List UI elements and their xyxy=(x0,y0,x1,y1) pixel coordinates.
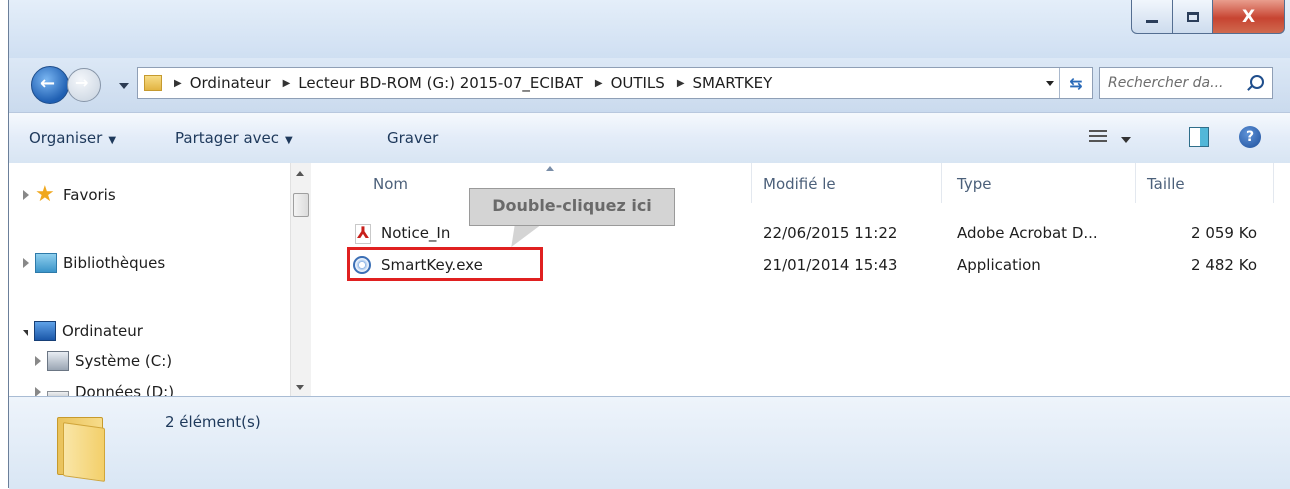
chevron-down-icon: ▼ xyxy=(285,135,293,146)
breadcrumb-item-smartkey[interactable]: SMARTKEY xyxy=(693,74,773,92)
minimize-button[interactable] xyxy=(1131,0,1173,34)
callout-tooltip: Double-cliquez ici xyxy=(469,188,675,226)
column-header-modified[interactable]: Modifié le xyxy=(763,175,836,193)
organize-label: Organiser xyxy=(29,129,103,147)
nav-item-favorites[interactable]: ★ Favoris xyxy=(23,182,116,207)
recent-pages-chevron-icon[interactable] xyxy=(119,83,129,89)
burn-button[interactable]: Graver xyxy=(387,129,438,147)
file-list: Nom Modifié le Type Taille Notice_In 22/… xyxy=(311,163,1290,396)
title-bar: X xyxy=(9,0,1290,58)
computer-icon xyxy=(34,321,56,341)
file-type: Application xyxy=(957,256,1041,274)
library-icon xyxy=(35,253,57,273)
close-button[interactable]: X xyxy=(1213,0,1285,34)
nav-favorites-label: Favoris xyxy=(63,186,116,204)
back-button[interactable]: ← xyxy=(31,66,69,104)
breadcrumb-item-outils[interactable]: OUTILS xyxy=(611,74,665,92)
column-divider[interactable] xyxy=(1135,163,1136,203)
share-with-label: Partager avec xyxy=(175,129,280,147)
breadcrumb: ▶ Ordinateur ▶ Lecteur BD-ROM (G:) 2015-… xyxy=(162,74,772,92)
expand-arrow-icon[interactable] xyxy=(35,356,41,366)
search-icon[interactable] xyxy=(1250,75,1264,89)
file-size: 2 059 Ko xyxy=(1191,224,1257,242)
search-input[interactable] xyxy=(1106,74,1246,92)
column-divider[interactable] xyxy=(941,163,942,203)
address-dropdown-icon[interactable] xyxy=(1046,81,1054,86)
nav-item-computer[interactable]: Ordinateur xyxy=(23,321,143,341)
maximize-icon xyxy=(1186,11,1199,22)
breadcrumb-item-computer[interactable]: Ordinateur xyxy=(190,74,271,92)
nav-item-drive-d[interactable]: Données (D:) xyxy=(35,383,174,396)
scroll-up-icon[interactable] xyxy=(296,171,304,176)
nav-libraries-label: Bibliothèques xyxy=(63,254,166,272)
refresh-button[interactable]: ⇆ xyxy=(1059,68,1092,98)
item-count: 2 élément(s) xyxy=(165,413,261,431)
file-name: Notice_In xyxy=(381,224,451,242)
column-divider[interactable] xyxy=(751,163,752,203)
pdf-icon xyxy=(353,223,371,244)
maximize-button[interactable] xyxy=(1173,0,1213,34)
scroll-thumb[interactable] xyxy=(293,193,309,217)
burn-label: Graver xyxy=(387,129,439,147)
nav-drive-c-label: Système (C:) xyxy=(75,352,173,370)
help-icon[interactable]: ? xyxy=(1239,126,1261,148)
file-modified: 22/06/2015 11:22 xyxy=(763,224,898,242)
highlight-box xyxy=(347,247,543,281)
column-header-type[interactable]: Type xyxy=(957,175,991,193)
system-drive-icon xyxy=(47,351,69,371)
folder-icon xyxy=(57,417,105,482)
star-icon: ★ xyxy=(35,182,55,207)
window-controls: X xyxy=(1131,0,1285,34)
search-box xyxy=(1099,67,1273,99)
column-header-size[interactable]: Taille xyxy=(1147,175,1185,193)
navigation-pane: ★ Favoris Bibliothèques Ordinateur Systè… xyxy=(9,163,309,396)
details-pane: 2 élément(s) xyxy=(9,396,1290,489)
expand-arrow-icon[interactable] xyxy=(35,387,41,396)
explorer-window: X ← → ▶ Ordinateur ▶ Lecteur BD-ROM (G:)… xyxy=(8,0,1290,489)
folder-icon xyxy=(144,75,162,91)
change-view-icon[interactable] xyxy=(1089,129,1107,145)
expand-arrow-icon[interactable] xyxy=(23,190,29,200)
close-icon: X xyxy=(1241,6,1256,27)
address-bar[interactable]: ▶ Ordinateur ▶ Lecteur BD-ROM (G:) 2015-… xyxy=(137,67,1093,99)
refresh-icon: ⇆ xyxy=(1069,73,1083,93)
share-with-button[interactable]: Partager avec ▼ xyxy=(175,129,293,147)
nav-item-libraries[interactable]: Bibliothèques xyxy=(23,253,165,273)
file-type: Adobe Acrobat D... xyxy=(957,224,1098,242)
address-row: ← → ▶ Ordinateur ▶ Lecteur BD-ROM (G:) 2… xyxy=(9,58,1290,110)
nav-drive-d-label: Données (D:) xyxy=(75,383,175,396)
breadcrumb-separator-icon[interactable]: ▶ xyxy=(677,78,685,89)
view-options-chevron-icon[interactable] xyxy=(1121,137,1131,143)
preview-pane-icon[interactable] xyxy=(1189,127,1209,147)
breadcrumb-separator-icon[interactable]: ▶ xyxy=(174,78,182,89)
chevron-down-icon: ▼ xyxy=(108,135,117,146)
breadcrumb-separator-icon[interactable]: ▶ xyxy=(283,78,291,89)
breadcrumb-separator-icon[interactable]: ▶ xyxy=(595,78,603,89)
column-divider[interactable] xyxy=(1273,163,1274,203)
collapse-arrow-icon[interactable] xyxy=(23,330,28,336)
file-modified: 21/01/2014 15:43 xyxy=(763,256,898,274)
sort-ascending-icon xyxy=(546,166,554,171)
scroll-down-icon[interactable] xyxy=(296,385,304,390)
nav-item-drive-c[interactable]: Système (C:) xyxy=(35,351,172,371)
forward-button[interactable]: → xyxy=(67,68,101,102)
organize-button[interactable]: Organiser ▼ xyxy=(29,129,116,147)
breadcrumb-item-drive[interactable]: Lecteur BD-ROM (G:) 2015-07_ECIBAT xyxy=(298,74,583,92)
file-size: 2 482 Ko xyxy=(1191,256,1257,274)
nav-computer-label: Ordinateur xyxy=(62,322,143,340)
expand-arrow-icon[interactable] xyxy=(23,258,29,268)
minimize-icon xyxy=(1146,20,1158,23)
nav-scrollbar[interactable] xyxy=(290,163,311,396)
command-bar: Organiser ▼ Partager avec ▼ Graver ? xyxy=(9,112,1290,164)
forward-arrow-icon: → xyxy=(75,73,89,92)
back-arrow-icon: ← xyxy=(40,73,56,94)
column-header-name[interactable]: Nom xyxy=(373,175,408,193)
